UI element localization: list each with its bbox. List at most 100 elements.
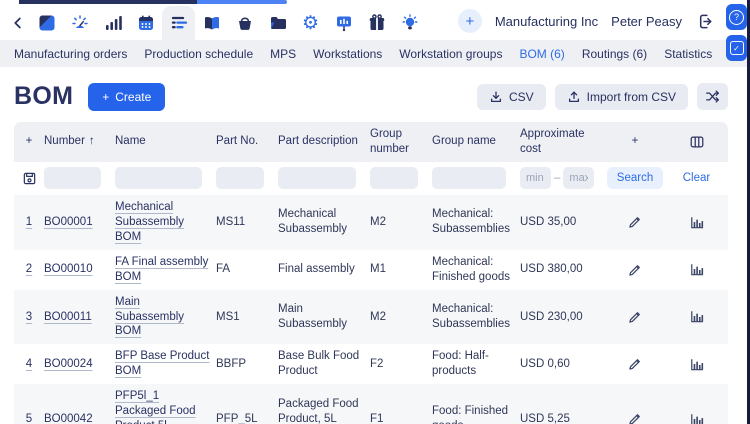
check-icon: ✓ <box>730 41 744 55</box>
pencil-icon <box>627 309 643 325</box>
module-reports[interactable] <box>327 6 360 40</box>
row-index-link[interactable]: 3 <box>26 310 32 325</box>
bom-name-link[interactable]: FA Final assembly BOM <box>115 255 210 285</box>
module-bom-active[interactable] <box>162 6 195 40</box>
nav-production-schedule[interactable]: Production schedule <box>144 47 253 61</box>
module-analytics[interactable] <box>96 6 129 40</box>
user-name[interactable]: Peter Peasy <box>611 14 682 29</box>
row-statistics-button[interactable] <box>688 214 705 231</box>
shuffle-icon <box>705 89 720 104</box>
edit-row-button[interactable] <box>627 214 643 230</box>
bom-number-link[interactable]: BO00010 <box>44 262 93 277</box>
nav-statistics[interactable]: Statistics <box>664 47 712 61</box>
nav-mps[interactable]: MPS <box>270 47 296 61</box>
header-part-description[interactable]: Part description <box>278 122 370 162</box>
header-group-number[interactable]: Group number <box>370 122 432 162</box>
logout-button[interactable] <box>695 12 714 31</box>
row-statistics-button[interactable] <box>688 411 705 424</box>
logout-icon <box>695 12 714 31</box>
filter-part-no-input[interactable] <box>216 167 264 189</box>
company-name[interactable]: Manufacturing Inc <box>495 14 598 29</box>
create-button[interactable]: + Create <box>88 83 165 111</box>
group-name-cell: Mechanical: Subassemblies <box>432 290 520 345</box>
app-window: ⚙ <box>0 0 750 424</box>
module-calendar[interactable] <box>129 6 162 40</box>
bom-number-link[interactable]: BO00042 <box>44 412 93 424</box>
part-description-cell: Packaged Food Product, 5L Canister <box>278 384 370 424</box>
header-approximate-cost[interactable]: Approximate cost <box>520 122 605 162</box>
filter-name-input[interactable] <box>115 167 202 189</box>
bom-name-link[interactable]: BFP Base Product BOM <box>115 349 210 379</box>
pencil-icon <box>627 411 643 424</box>
nav-routings[interactable]: Routings (6) <box>582 47 647 61</box>
tasks-button[interactable]: ✓ <box>726 35 747 61</box>
statistics-chart-icon <box>688 214 705 231</box>
book-icon <box>202 13 222 33</box>
filter-group-name-input[interactable] <box>432 167 506 189</box>
edit-row-button[interactable] <box>627 411 643 424</box>
header-part-no[interactable]: Part No. <box>216 122 278 162</box>
bom-number-link[interactable]: BO00001 <box>44 215 93 230</box>
header-add-column[interactable]: + <box>605 122 665 162</box>
clear-button[interactable]: Clear <box>677 171 716 185</box>
module-rewards[interactable] <box>360 6 393 40</box>
chevron-left-icon <box>9 14 27 32</box>
module-procurement[interactable] <box>228 6 261 40</box>
gear-icon: ⚙ <box>302 14 319 33</box>
filter-group-number-input[interactable] <box>370 167 418 189</box>
header-name[interactable]: Name <box>115 122 216 162</box>
module-documents[interactable] <box>261 6 294 40</box>
filter-cost-max-input[interactable] <box>563 167 594 189</box>
nav-workstations[interactable]: Workstations <box>313 47 382 61</box>
header-number[interactable]: Number ↑ <box>44 122 115 162</box>
approximate-cost-cell: USD 0,60 <box>520 344 605 384</box>
module-workspace[interactable] <box>30 6 63 40</box>
shuffle-button[interactable] <box>697 83 728 110</box>
header-add-row[interactable]: + <box>14 122 44 162</box>
module-ideas[interactable] <box>393 6 426 40</box>
add-new-button[interactable]: + <box>458 9 482 33</box>
dashboard-gauge-icon <box>70 13 90 33</box>
row-index-link[interactable]: 5 <box>26 412 32 424</box>
sort-asc-icon[interactable]: ↑ <box>89 134 95 149</box>
search-button[interactable]: Search <box>607 167 663 189</box>
gift-icon <box>367 13 387 33</box>
group-name-cell: Mechanical: Subassemblies <box>432 195 520 250</box>
row-index-link[interactable]: 2 <box>26 262 32 277</box>
edit-row-button[interactable] <box>627 262 643 278</box>
module-dashboard[interactable] <box>63 6 96 40</box>
bom-number-link[interactable]: BO00024 <box>44 357 93 372</box>
filter-part-description-input[interactable] <box>278 167 356 189</box>
part-description-cell: Base Bulk Food Product <box>278 344 370 384</box>
module-settings[interactable]: ⚙ <box>294 6 327 40</box>
part-no-cell: MS1 <box>216 290 278 345</box>
module-knowledge[interactable] <box>195 6 228 40</box>
header-group-name[interactable]: Group name <box>432 122 520 162</box>
help-button[interactable]: ? <box>726 4 747 30</box>
save-filter-button[interactable] <box>14 166 44 191</box>
filter-cost-min-input[interactable] <box>520 167 551 189</box>
nav-bom[interactable]: BOM (6) <box>519 47 564 61</box>
row-index-link[interactable]: 1 <box>26 215 32 230</box>
bom-name-link[interactable]: Main Subassembly BOM <box>115 295 210 340</box>
row-index-link[interactable]: 4 <box>26 357 32 372</box>
filter-number-input[interactable] <box>44 167 101 189</box>
export-csv-button[interactable]: CSV <box>477 84 546 110</box>
bom-name-link[interactable]: PFP5l_1 Packaged Food Product 5l caniste… <box>115 389 210 424</box>
import-csv-button[interactable]: Import from CSV <box>555 84 688 110</box>
edit-row-button[interactable] <box>627 309 643 325</box>
row-statistics-button[interactable] <box>688 261 705 278</box>
group-number-cell: M1 <box>370 250 432 290</box>
collapse-back-button[interactable] <box>6 6 30 40</box>
basket-icon <box>235 13 255 33</box>
nav-manufacturing-orders[interactable]: Manufacturing orders <box>14 47 127 61</box>
bom-number-link[interactable]: BO00011 <box>44 310 92 325</box>
pencil-icon <box>627 262 643 278</box>
nav-workstation-groups[interactable]: Workstation groups <box>399 47 502 61</box>
group-name-cell: Food: Half-products <box>432 344 520 384</box>
bom-name-link[interactable]: Mechanical Subassembly BOM <box>115 200 210 245</box>
row-statistics-button[interactable] <box>688 308 705 325</box>
edit-row-button[interactable] <box>627 356 643 372</box>
header-columns-settings[interactable] <box>665 122 728 162</box>
row-statistics-button[interactable] <box>688 356 705 373</box>
